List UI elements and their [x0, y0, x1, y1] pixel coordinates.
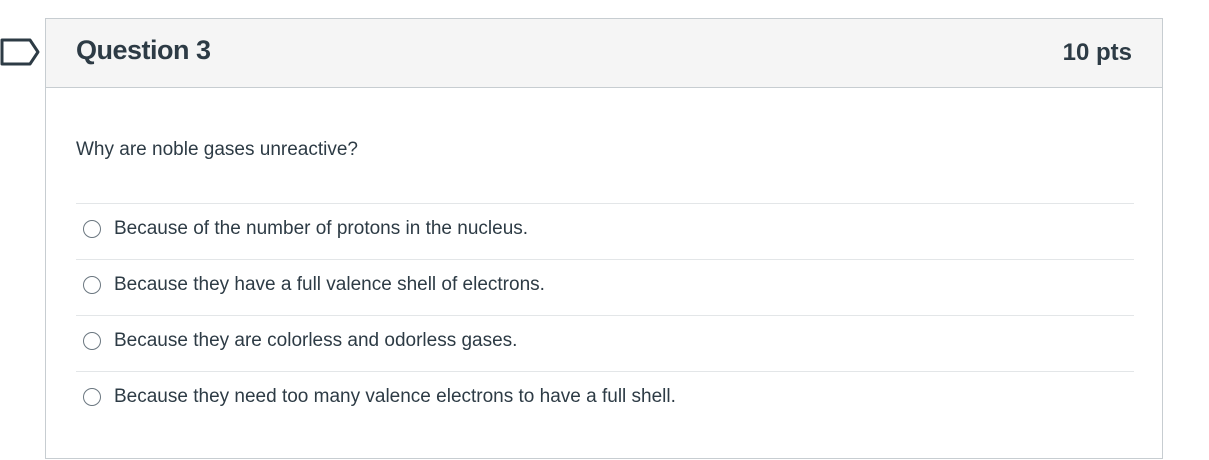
flag-question-icon[interactable] [0, 38, 40, 66]
answer-label[interactable]: Because they need too many valence elect… [114, 386, 676, 408]
question-text: Why are noble gases unreactive? [76, 139, 358, 160]
radio-button[interactable] [83, 220, 101, 238]
answer-option[interactable]: Because of the number of protons in the … [76, 203, 1134, 259]
answer-option[interactable]: Because they need too many valence elect… [76, 371, 1134, 427]
answer-option[interactable]: Because they have a full valence shell o… [76, 259, 1134, 315]
radio-button[interactable] [83, 332, 101, 350]
answer-option[interactable]: Because they are colorless and odorless … [76, 315, 1134, 371]
question-title: Question 3 [76, 35, 211, 65]
question-points: 10 pts [1062, 39, 1132, 66]
question-header: Question 3 10 pts [46, 19, 1162, 88]
radio-button[interactable] [83, 276, 101, 294]
question-card: Question 3 10 pts Why are noble gases un… [45, 18, 1163, 459]
answer-label[interactable]: Because they are colorless and odorless … [114, 330, 517, 352]
answer-label[interactable]: Because they have a full valence shell o… [114, 274, 545, 296]
answer-list: Because of the number of protons in the … [76, 203, 1134, 427]
radio-button[interactable] [83, 388, 101, 406]
answer-label[interactable]: Because of the number of protons in the … [114, 218, 528, 240]
